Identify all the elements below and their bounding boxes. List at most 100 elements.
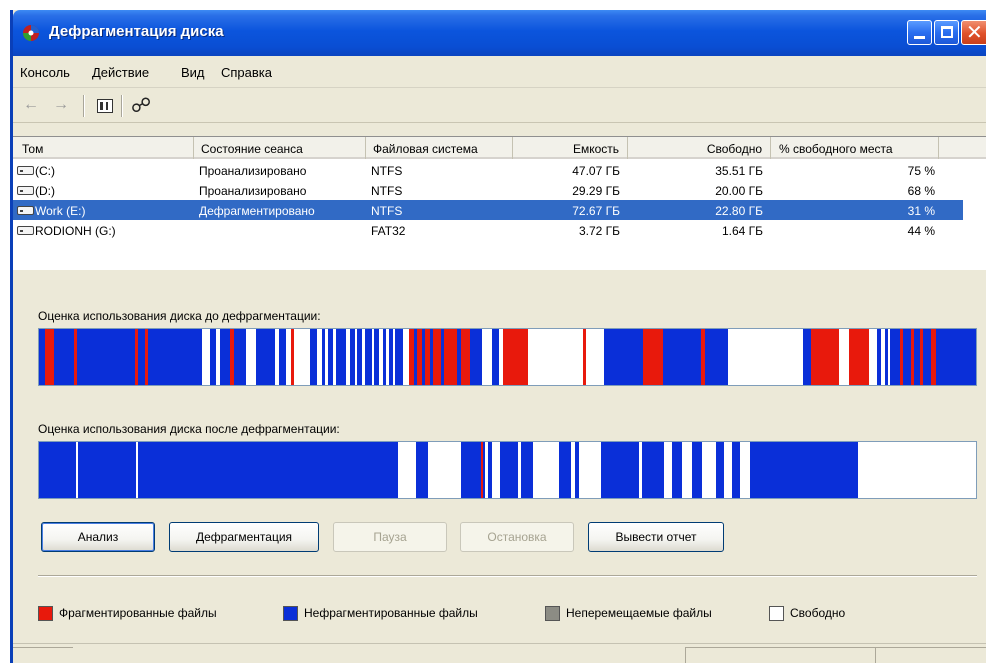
hard-drive-icon bbox=[17, 186, 34, 195]
volume-row-selected[interactable]: Work (E:) Дефрагментировано NTFS 72.67 Г… bbox=[13, 200, 963, 220]
segment-free bbox=[216, 329, 220, 385]
stop-button[interactable]: Остановка bbox=[460, 522, 574, 552]
segment-contiguous bbox=[310, 329, 317, 385]
volume-name: Work (E:) bbox=[35, 204, 86, 218]
pause-button[interactable]: Пауза bbox=[333, 522, 447, 552]
view-report-button[interactable]: Вывести отчет bbox=[588, 522, 724, 552]
volume-filesystem: FAT32 bbox=[371, 224, 406, 238]
segment-fragmented bbox=[461, 329, 470, 385]
segment-free bbox=[518, 442, 521, 498]
segment-free bbox=[325, 329, 328, 385]
segment-contiguous bbox=[336, 329, 346, 385]
volume-row[interactable]: (C:) Проанализировано NTFS 47.07 ГБ 35.5… bbox=[13, 160, 963, 180]
legend-divider bbox=[38, 575, 977, 577]
menu-help[interactable]: Справка bbox=[221, 65, 272, 80]
segment-free bbox=[740, 442, 750, 498]
segment-free bbox=[881, 329, 885, 385]
segment-contiguous bbox=[890, 329, 900, 385]
segment-contiguous bbox=[732, 442, 740, 498]
status-cell bbox=[685, 647, 875, 663]
menu-bar: Консоль Действие Вид Справка bbox=[13, 56, 986, 88]
segment-free bbox=[682, 442, 692, 498]
close-button[interactable]: ✕ bbox=[961, 20, 986, 45]
segment-fragmented bbox=[135, 329, 138, 385]
volume-percent-free: 68 % bbox=[907, 184, 935, 198]
segment-contiguous bbox=[470, 329, 482, 385]
segment-free bbox=[499, 329, 503, 385]
title-bar[interactable]: Дефрагментация диска ✕ bbox=[13, 10, 986, 56]
segment-fragmented bbox=[900, 329, 903, 385]
segment-free bbox=[202, 329, 210, 385]
volume-free: 20.00 ГБ bbox=[715, 184, 763, 198]
minimize-button[interactable] bbox=[907, 20, 932, 45]
legend-swatch-contiguous bbox=[283, 606, 298, 621]
arrow-left-icon[interactable]: ← bbox=[23, 96, 39, 114]
column-header-volume[interactable]: Том bbox=[13, 137, 194, 159]
segment-contiguous bbox=[138, 329, 145, 385]
segment-contiguous bbox=[914, 329, 920, 385]
column-header-status[interactable]: Состояние сеанса bbox=[194, 137, 366, 159]
volume-name: (C:) bbox=[35, 164, 55, 178]
volume-free: 1.64 ГБ bbox=[721, 224, 763, 238]
segment-free bbox=[533, 442, 559, 498]
volume-row[interactable]: RODIONH (G:) FAT32 3.72 ГБ 1.64 ГБ 44 % bbox=[13, 220, 963, 240]
menu-action[interactable]: Действие bbox=[92, 65, 149, 80]
segment-free bbox=[333, 329, 336, 385]
volume-free: 35.51 ГБ bbox=[715, 164, 763, 178]
volume-status: Проанализировано bbox=[199, 184, 307, 198]
segment-contiguous bbox=[322, 329, 325, 385]
segment-fragmented bbox=[811, 329, 839, 385]
toolbar: ← → ☍ bbox=[13, 89, 986, 123]
column-header-percent-free[interactable]: % свободного места bbox=[771, 137, 939, 159]
maximize-icon bbox=[941, 26, 953, 38]
menu-console[interactable]: Консоль bbox=[20, 65, 70, 80]
segment-contiguous bbox=[500, 442, 518, 498]
segment-free bbox=[639, 442, 642, 498]
volume-list[interactable]: Том Состояние сеанса Файловая система Ем… bbox=[13, 136, 986, 270]
segment-contiguous bbox=[148, 329, 202, 385]
segment-contiguous bbox=[374, 329, 379, 385]
column-header-capacity[interactable]: Емкость bbox=[513, 137, 628, 159]
volume-capacity: 29.29 ГБ bbox=[572, 184, 620, 198]
volume-row[interactable]: (D:) Проанализировано NTFS 29.29 ГБ 20.0… bbox=[13, 180, 963, 200]
volume-capacity: 47.07 ГБ bbox=[572, 164, 620, 178]
help-icon[interactable]: ☍ bbox=[131, 93, 151, 118]
volume-percent-free: 31 % bbox=[907, 204, 935, 218]
segment-fragmented bbox=[433, 329, 441, 385]
segment-contiguous bbox=[441, 329, 444, 385]
volume-name: (D:) bbox=[35, 184, 55, 198]
segment-fragmented bbox=[409, 329, 414, 385]
menu-view[interactable]: Вид bbox=[181, 65, 205, 80]
before-defrag-label: Оценка использования диска до дефрагмент… bbox=[38, 309, 321, 323]
segment-contiguous bbox=[54, 329, 74, 385]
column-header-free[interactable]: Свободно bbox=[628, 137, 771, 159]
column-header-filesystem[interactable]: Файловая система bbox=[366, 137, 513, 159]
segment-free bbox=[372, 329, 374, 385]
segment-free bbox=[136, 442, 138, 498]
volume-filesystem: NTFS bbox=[371, 164, 403, 178]
segment-contiguous bbox=[430, 329, 433, 385]
segment-fragmented bbox=[481, 442, 483, 498]
segment-fragmented bbox=[920, 329, 923, 385]
segment-contiguous bbox=[77, 329, 135, 385]
segment-free bbox=[386, 329, 389, 385]
segment-contiguous bbox=[256, 329, 275, 385]
volume-percent-free: 75 % bbox=[907, 164, 935, 178]
segment-free bbox=[482, 329, 492, 385]
defragment-button[interactable]: Дефрагментация bbox=[169, 522, 319, 552]
segment-contiguous bbox=[422, 329, 425, 385]
maximize-button[interactable] bbox=[934, 20, 959, 45]
analyze-button[interactable]: Анализ bbox=[41, 522, 155, 552]
before-defrag-bar bbox=[38, 328, 977, 386]
segment-fragmented bbox=[444, 329, 457, 385]
segment-contiguous bbox=[78, 442, 136, 498]
volume-filesystem: NTFS bbox=[371, 204, 403, 218]
segment-contiguous bbox=[672, 442, 682, 498]
legend-label-free: Свободно bbox=[790, 606, 846, 620]
toolbar-separator bbox=[83, 95, 85, 117]
segment-contiguous bbox=[559, 442, 571, 498]
segment-free bbox=[528, 329, 583, 385]
show-hide-tree-icon[interactable] bbox=[97, 99, 113, 113]
segment-contiguous bbox=[642, 442, 664, 498]
arrow-right-icon[interactable]: → bbox=[53, 96, 69, 114]
